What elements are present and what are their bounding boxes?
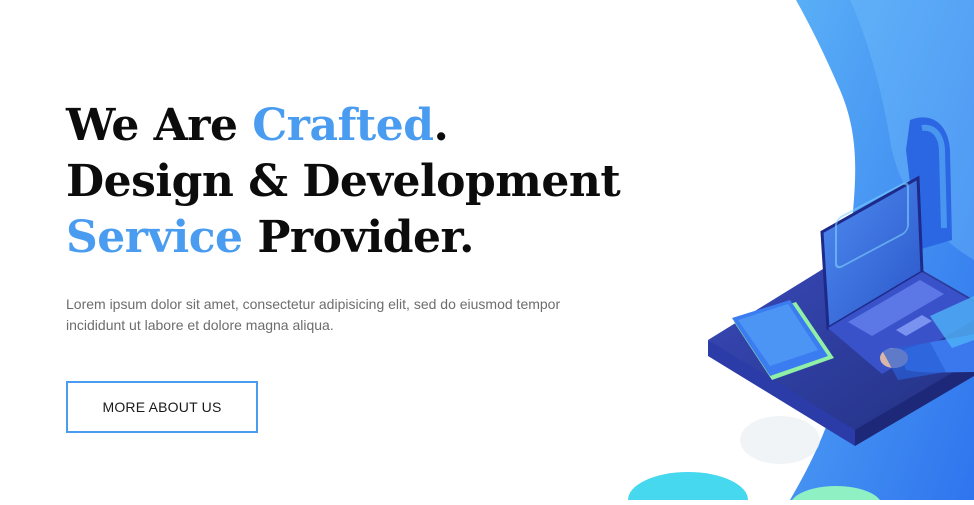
hero-text-block: We Are Crafted. Design & Development Ser… [66, 98, 626, 336]
hero-description: Lorem ipsum dolor sit amet, consectetur … [66, 296, 561, 333]
hero-headline: We Are Crafted. Design & Development Ser… [66, 98, 626, 266]
more-about-us-button[interactable]: MORE ABOUT US [66, 381, 258, 433]
headline-line-1-suffix: . [433, 100, 449, 151]
headline-accent-service: Service [66, 212, 243, 263]
headline-line-2: Design & Development [66, 156, 621, 207]
headline-line-1: We Are Crafted. [66, 98, 626, 154]
headline-line-3: Service Provider. [66, 210, 626, 266]
headline-accent-crafted: Crafted [252, 100, 434, 151]
hero-illustration [600, 0, 974, 505]
headline-line-3-suffix: Provider. [242, 212, 474, 263]
headline-line-1-prefix: We Are [66, 100, 253, 151]
